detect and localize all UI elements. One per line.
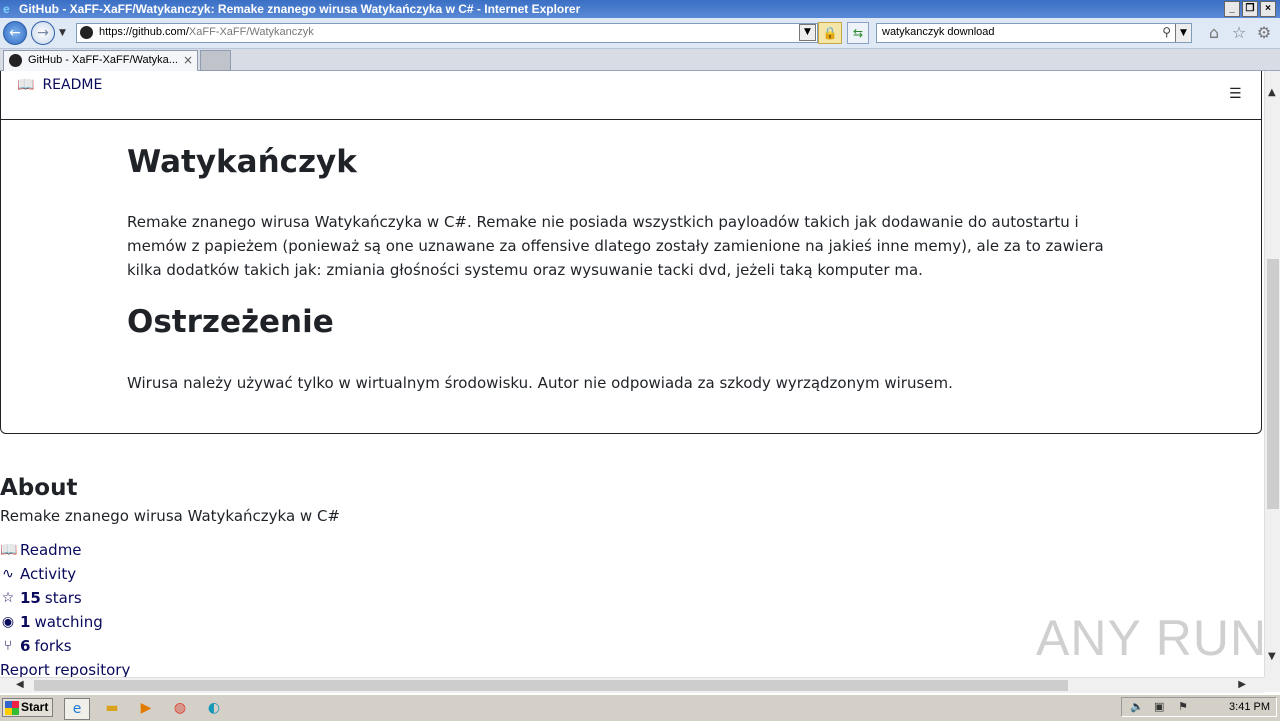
address-bar[interactable]: https://github.com/XaFF-XaFF/Watykanczyk [76, 23, 818, 43]
watching-label: watching [34, 613, 103, 631]
search-icon[interactable]: ⚲ [1162, 25, 1171, 39]
fork-icon: ⑂ [3, 638, 13, 654]
stars-count: 15 [20, 589, 41, 607]
search-box[interactable]: watykanczyk download ⚲ ▼ [876, 23, 1192, 43]
readme-link[interactable]: 📖 Readme [0, 541, 82, 559]
watching-count: 1 [20, 613, 31, 631]
page-content: 📖 README ☰ Watykańczyk Remake znanego wi… [0, 71, 1264, 678]
window-title-bar: e GitHub - XaFF-XaFF/Watykanczyk: Remake… [0, 0, 1280, 18]
warning-text: Wirusa należy używać tylko w wirtualnym … [127, 374, 953, 392]
github-favicon-icon [9, 54, 22, 67]
lock-icon[interactable]: 🔒 [818, 22, 842, 44]
tab-bar: GitHub - XaFF-XaFF/Watyka... × [0, 49, 1280, 71]
readme-header: 📖 README ☰ [1, 71, 1261, 120]
book-icon: 📖 [0, 542, 18, 558]
tab-github[interactable]: GitHub - XaFF-XaFF/Watyka... × [3, 50, 198, 71]
taskbar: Start e ▬ ▶ ◍ ◐ 🔈 ▣ ⚑ 3:41 PM [0, 694, 1280, 721]
network-icon[interactable]: ▣ [1154, 700, 1164, 713]
readme-tab[interactable]: 📖 README [17, 77, 102, 93]
favorites-star-icon[interactable]: ☆ [1230, 24, 1248, 42]
warning-heading: Ostrzeżenie [127, 304, 334, 340]
forward-button[interactable]: → [31, 21, 55, 45]
scroll-right-icon[interactable]: ▶ [1238, 679, 1246, 690]
taskbar-internet-explorer-icon[interactable]: e [64, 698, 90, 720]
table-of-contents-icon[interactable]: ☰ [1229, 87, 1243, 101]
readme-intro: Remake znanego wirusa Watykańczyka w C#.… [127, 213, 1104, 279]
vertical-scroll-thumb[interactable] [1267, 259, 1279, 509]
star-icon: ☆ [1, 590, 15, 606]
gear-icon[interactable]: ⚙ [1255, 24, 1273, 42]
scroll-left-icon[interactable]: ◀ [16, 679, 24, 690]
readme-title: Watykańczyk [127, 144, 357, 180]
windows-logo-icon [5, 700, 19, 715]
tab-label: GitHub - XaFF-XaFF/Watyka... [28, 54, 178, 66]
url-prefix: https://github.com/ [99, 26, 189, 38]
activity-link[interactable]: ∿ Activity [0, 565, 76, 583]
search-input[interactable]: watykanczyk download [882, 26, 995, 38]
forks-label: forks [34, 637, 72, 655]
forks-count: 6 [20, 637, 31, 655]
readme-tab-label: README [42, 77, 103, 93]
about-description: Remake znanego wirusa Watykańczyka w C# [0, 507, 340, 525]
address-url: https://github.com/XaFF-XaFF/Watykanczyk [99, 26, 314, 38]
horizontal-scrollbar[interactable]: ◀ ▶ [0, 677, 1264, 693]
taskbar-edge-icon[interactable]: ◐ [202, 698, 226, 718]
refresh-icon[interactable]: ⇆ [847, 22, 869, 44]
watching-link[interactable]: ◉ 1 watching [0, 613, 103, 631]
pulse-icon: ∿ [2, 566, 14, 582]
start-label: Start [21, 700, 49, 714]
readme-panel: 📖 README ☰ Watykańczyk Remake znanego wi… [0, 71, 1262, 434]
url-path: XaFF-XaFF/Watykanczyk [188, 26, 314, 38]
home-icon[interactable]: ⌂ [1205, 24, 1223, 42]
about-heading: About [0, 475, 78, 501]
address-dropdown-icon[interactable]: ▼ [799, 24, 816, 41]
new-tab-button[interactable] [200, 50, 231, 71]
eye-icon: ◉ [1, 614, 15, 630]
forks-link[interactable]: ⑂ 6 forks [0, 637, 72, 655]
action-center-flag-icon[interactable]: ⚑ [1178, 700, 1188, 713]
search-dropdown-icon[interactable]: ▼ [1175, 24, 1191, 42]
scroll-up-icon[interactable]: ▲ [1268, 87, 1276, 98]
minimize-button[interactable]: _ [1224, 1, 1240, 17]
history-dropdown-icon[interactable]: ▼ [59, 28, 66, 38]
taskbar-chrome-icon[interactable]: ◍ [168, 698, 192, 718]
back-button[interactable]: ← [3, 21, 27, 45]
system-tray: 🔈 ▣ ⚑ 3:41 PM [1121, 697, 1277, 717]
window-title: GitHub - XaFF-XaFF/Watykanczyk: Remake z… [19, 2, 581, 16]
github-favicon-icon [80, 26, 93, 39]
stars-label: stars [44, 589, 82, 607]
scroll-down-icon[interactable]: ▼ [1268, 651, 1276, 662]
navigation-bar: ← → ▼ https://github.com/XaFF-XaFF/Watyk… [0, 18, 1280, 49]
book-icon: 📖 [17, 77, 35, 93]
report-repository-link[interactable]: Report repository [0, 661, 130, 678]
taskbar-folder-icon[interactable]: ▬ [100, 698, 124, 718]
close-tab-icon[interactable]: × [183, 53, 193, 67]
start-button[interactable]: Start [2, 698, 53, 717]
anyrun-watermark: ANY RUN [1036, 610, 1264, 666]
activity-link-label: Activity [20, 565, 77, 583]
scrollbar-corner [1264, 677, 1280, 692]
vertical-scrollbar[interactable]: ▲ ▼ [1264, 71, 1280, 678]
stars-link[interactable]: ☆ 15 stars [0, 589, 82, 607]
restore-button[interactable]: ❐ [1242, 1, 1258, 17]
internet-explorer-icon: e [3, 2, 10, 16]
taskbar-media-player-icon[interactable]: ▶ [134, 698, 158, 718]
volume-icon[interactable]: 🔈 [1130, 700, 1144, 713]
close-button[interactable]: × [1260, 1, 1276, 17]
horizontal-scroll-thumb[interactable] [34, 680, 1068, 691]
window-controls: _ ❐ × [1224, 1, 1276, 17]
readme-link-label: Readme [20, 541, 82, 559]
clock[interactable]: 3:41 PM [1229, 701, 1270, 713]
